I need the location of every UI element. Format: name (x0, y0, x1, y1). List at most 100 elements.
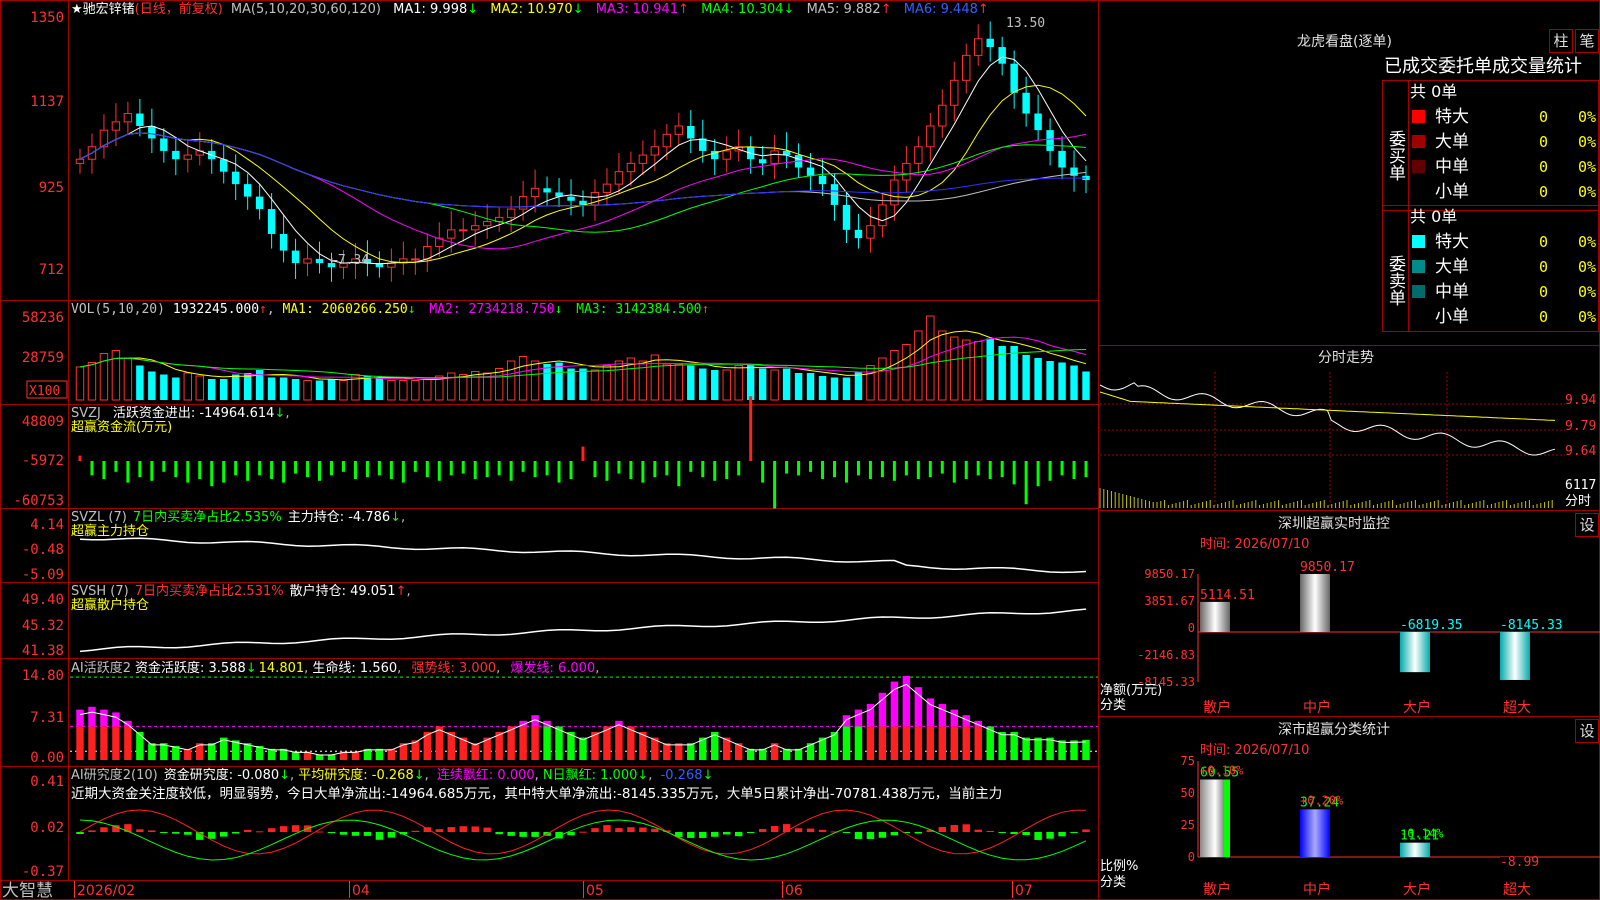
svzj-bar (1036, 461, 1040, 487)
research-bar (591, 828, 599, 832)
candle (423, 245, 432, 260)
order-percent: 0% (1578, 133, 1596, 151)
research-bar (914, 832, 923, 834)
candle (447, 229, 456, 239)
candle (806, 167, 815, 176)
order-count: 0 (1539, 308, 1548, 326)
research-bar (579, 831, 587, 833)
low-label: ←7.34 (330, 253, 369, 268)
research-bar (411, 830, 420, 832)
volume-bar (123, 357, 133, 401)
volume-bar (1046, 361, 1054, 400)
svzj-bar (401, 461, 405, 483)
y-tick-air-2: -0.37 (22, 864, 64, 880)
volume-bar (854, 371, 863, 400)
volume-bar (687, 365, 695, 400)
candle (842, 204, 851, 230)
research-bar (818, 829, 827, 832)
research-bar (255, 831, 264, 833)
y-tick-ai-0: 14.80 (22, 668, 64, 684)
volume-bar (208, 379, 216, 400)
ma2-value: MA2: 10.970 (490, 2, 572, 17)
volume-bar (950, 336, 959, 401)
candle (148, 125, 156, 139)
sz-monitor-settings-button[interactable]: 设 (1575, 513, 1599, 537)
svzj-bar (497, 461, 501, 476)
volume-bar (75, 366, 85, 401)
svzj-bar (976, 461, 980, 476)
svzj-bar (833, 461, 837, 478)
intraday-avg-line (1099, 391, 1556, 421)
research-bar (315, 831, 324, 833)
ma3-value: MA3: 10.941 (596, 2, 678, 17)
volume-bar (974, 341, 983, 401)
bar-0 (1200, 779, 1230, 857)
svzj-bar (521, 461, 525, 472)
sz-class-axis-label: 比例% (1100, 859, 1138, 874)
research-bar (88, 830, 96, 832)
activity-bar (962, 726, 970, 760)
volume-bar (494, 368, 504, 401)
activity-bar (507, 726, 515, 760)
y-tick-air-0: 0.41 (30, 774, 64, 790)
volume-bar (1058, 362, 1066, 400)
candle (123, 113, 133, 123)
svzj-bar (1060, 461, 1064, 476)
high-label: 13.50 (1006, 16, 1045, 31)
candle (938, 104, 947, 127)
volume-bar (543, 364, 551, 400)
research-bar (471, 826, 479, 832)
volume-bar (650, 354, 660, 401)
activity-bar (950, 726, 958, 760)
svzj-bar (437, 461, 441, 481)
research-bar (1022, 832, 1030, 836)
candle (902, 162, 911, 181)
svzj-bar (725, 461, 729, 479)
activity-bar (543, 726, 551, 760)
bar-view-button[interactable]: 柱 (1549, 29, 1573, 53)
activity-bar-burst (100, 709, 108, 727)
svzj-bar (282, 461, 286, 483)
order-type-label: 小单 (1435, 307, 1469, 327)
order-swatch-0 (1412, 235, 1425, 248)
svzj-header: SVZJ 活跃资金进出: -14964.614↓, (71, 405, 289, 421)
volume-bar (339, 380, 348, 401)
svsh-header: SVSH (7) 7日内买卖净占比2.531% 散户持仓: 49.051↑, (71, 583, 411, 599)
activity-bar (842, 726, 851, 760)
pen-view-button[interactable]: 笔 (1575, 29, 1599, 53)
research-bar (148, 830, 156, 832)
chart-canvas[interactable]: 1350 1137 925 712 58236 28759 48809 -597… (0, 0, 1600, 900)
svzj-bar (377, 461, 381, 476)
bar-3 (1500, 632, 1530, 680)
sz-class-settings-button[interactable]: 设 (1575, 719, 1599, 743)
svzj-bar (880, 461, 884, 478)
order-type-label: 特大 (1435, 107, 1469, 127)
svzj-bar (904, 461, 908, 476)
svzj-bar (940, 461, 944, 474)
svzj-bar (773, 461, 777, 509)
svzj-bar (928, 461, 932, 478)
volume-bar (375, 377, 384, 400)
order-percent: 0% (1578, 283, 1596, 301)
research-bar (723, 832, 731, 835)
order-count: 0 (1539, 233, 1548, 251)
y-tick-main-0: 1350 (30, 10, 64, 26)
activity-bar (687, 743, 695, 760)
volume-bar (160, 374, 168, 400)
order-swatch-1 (1412, 135, 1425, 148)
research-bar (519, 832, 527, 837)
bar-value-label: -8.99 (1500, 855, 1539, 870)
research-line-green (79, 819, 1087, 861)
ma6-value: MA6: 9.448 (904, 2, 978, 17)
svzj-bar (449, 461, 453, 476)
research-bar (746, 832, 755, 833)
volume-bar (758, 368, 767, 400)
volume-bar (148, 371, 156, 400)
candle (854, 229, 863, 239)
activity-bar (519, 726, 527, 760)
stock-period: (日线，前复权) (135, 1, 223, 17)
svzj-bar (425, 461, 429, 478)
bar-y-tick: 0 (1188, 621, 1195, 635)
sell-side-label: 委卖单 (1385, 255, 1406, 306)
activity-bar (1022, 737, 1030, 760)
